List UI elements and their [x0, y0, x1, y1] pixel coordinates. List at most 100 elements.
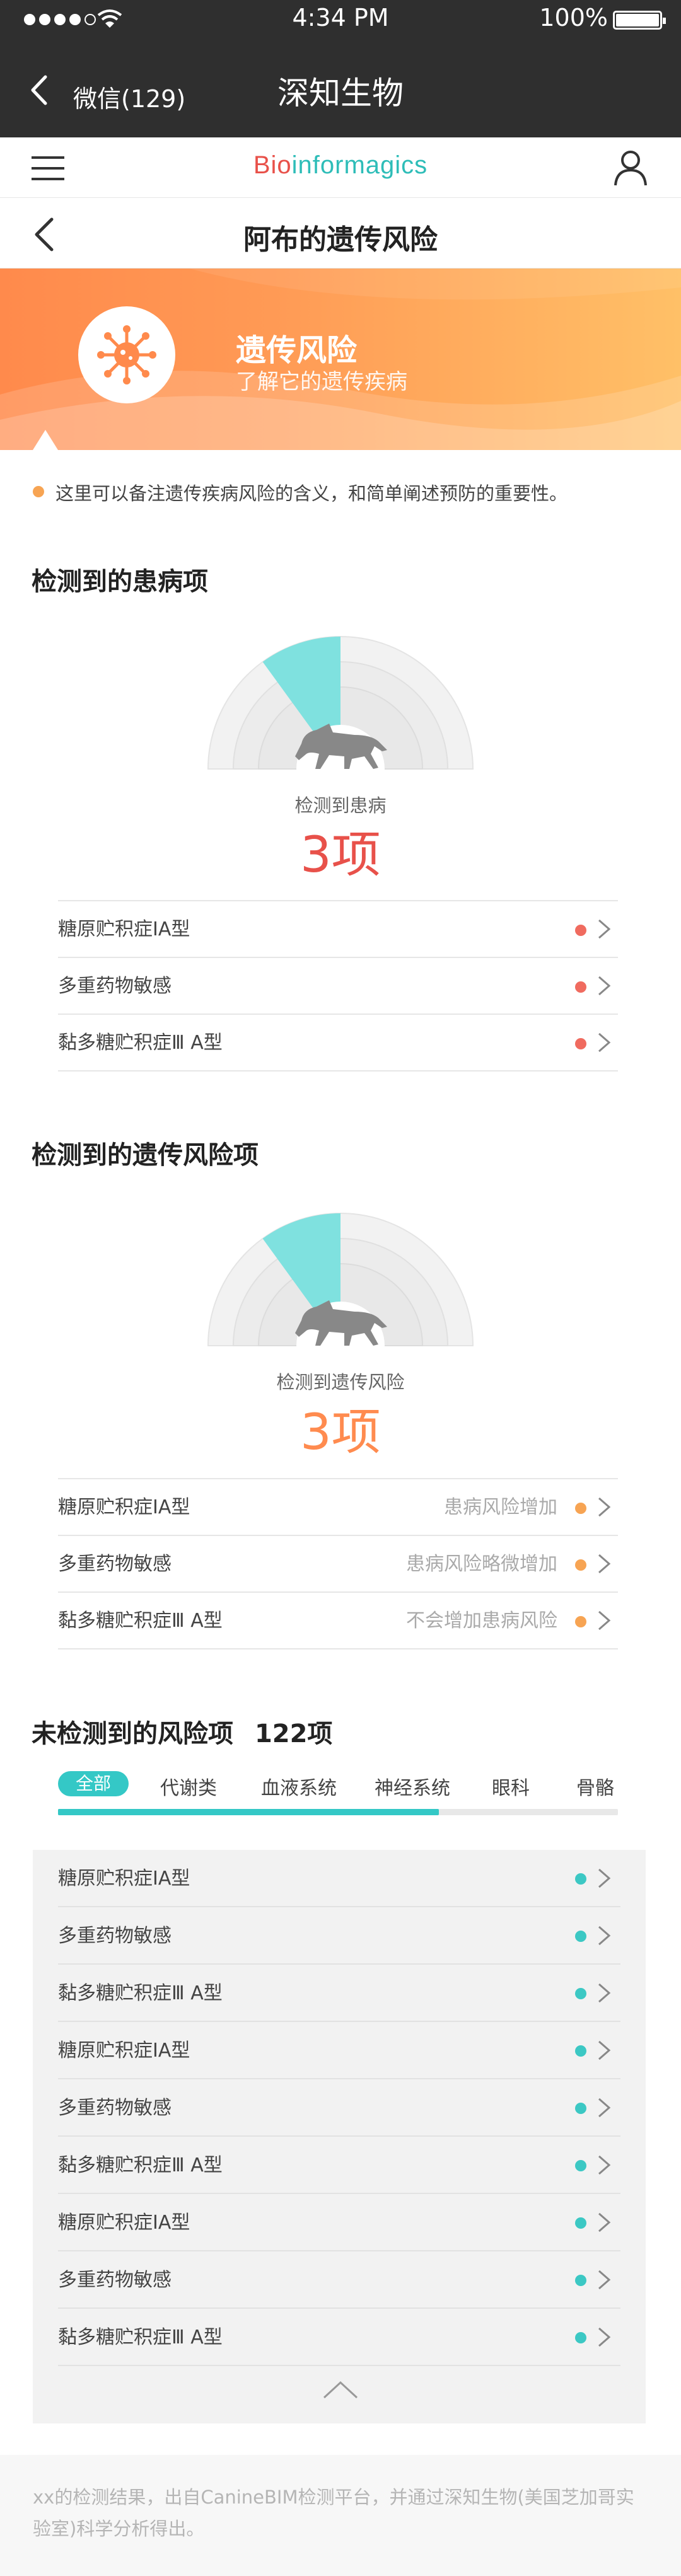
risk-status-text: 不会增加患病风险	[406, 1610, 557, 1632]
tab-blood[interactable]: 血液系统	[261, 1772, 337, 1800]
tab-metabolic[interactable]: 代谢类	[160, 1772, 217, 1800]
footer: xx的检测结果，出自CanineBIM检测平台，并通过深知生物(美国芝加哥实验室…	[0, 2455, 681, 2576]
status-dot	[575, 1873, 586, 1885]
list-item[interactable]: 黏多糖贮积症Ⅲ A型	[33, 2137, 646, 2194]
banner-icon-circle	[78, 306, 175, 403]
chevron-right-icon	[598, 2098, 611, 2118]
banner-pointer	[33, 430, 58, 450]
disease-gauge-label: 检测到患病	[294, 795, 387, 816]
collapse-button[interactable]	[322, 2376, 359, 2401]
list-item-label: 黏多糖贮积症Ⅲ A型	[58, 1982, 223, 2004]
dog-icon	[295, 724, 387, 769]
list-item-inner: 多重药物敏感	[58, 2251, 620, 2309]
list-item-inner: 黏多糖贮积症Ⅲ A型	[58, 1965, 620, 2022]
status-dot	[575, 1559, 586, 1571]
status-dot	[575, 1988, 586, 1999]
list-item-label: 黏多糖贮积症Ⅲ A型	[58, 2154, 223, 2176]
hero-banner: 遗传风险 了解它的遗传疾病	[0, 269, 681, 450]
status-dot	[575, 1503, 586, 1514]
tab-bone[interactable]: 骨骼	[576, 1772, 618, 1800]
list-item[interactable]: 多重药物敏感 患病风险略微增加	[58, 1536, 618, 1593]
list-item-inner: 糖原贮积症ⅠA型	[58, 2022, 620, 2079]
list-item-inner: 多重药物敏感	[58, 2079, 620, 2137]
list-item-inner: 黏多糖贮积症Ⅲ A型	[58, 2137, 620, 2194]
risk-status-text: 患病风险增加	[444, 1496, 557, 1518]
list-item[interactable]: 黏多糖贮积症Ⅲ A型	[33, 1965, 646, 2022]
battery-icon	[613, 11, 666, 30]
status-dot	[575, 2332, 586, 2343]
chevron-right-icon	[598, 1610, 611, 1631]
chevron-up-icon	[323, 2381, 358, 2399]
list-item[interactable]: 糖原贮积症ⅠA型	[33, 2194, 646, 2251]
chevron-right-icon	[598, 1554, 611, 1574]
tab-neuro[interactable]: 神经系统	[375, 1772, 450, 1800]
note-dot	[33, 486, 44, 497]
note-text: 这里可以备注遗传疾病风险的含义，和简单阐述预防的重要性。	[55, 483, 568, 504]
list-item-inner: 多重药物敏感	[58, 1907, 620, 1965]
list-item-label: 黏多糖贮积症Ⅲ A型	[58, 1610, 223, 1632]
list-item[interactable]: 黏多糖贮积症Ⅲ A型	[58, 1015, 618, 1071]
status-dot	[575, 2103, 586, 2114]
brand-logo: Bioinformagics	[0, 151, 681, 180]
wechat-title: 深知生物	[277, 75, 404, 112]
list-item[interactable]: 糖原贮积症ⅠA型	[58, 901, 618, 958]
status-bar: 4:34 PM 100%	[0, 0, 681, 39]
status-dot	[575, 2045, 586, 2057]
tab-eye[interactable]: 眼科	[492, 1772, 530, 1800]
tab-label: 全部	[75, 1773, 111, 1794]
status-dot	[575, 1038, 586, 1049]
dog-icon	[295, 1300, 387, 1346]
chevron-right-icon	[598, 2270, 611, 2290]
list-item-label: 糖原贮积症ⅠA型	[58, 918, 190, 940]
disease-count: 3项	[300, 827, 381, 884]
chevron-right-icon	[598, 2155, 611, 2175]
list-item-inner: 糖原贮积症ⅠA型	[58, 2194, 620, 2251]
list-item-label: 多重药物敏感	[58, 975, 172, 997]
list-item[interactable]: 糖原贮积症ⅠA型	[33, 2022, 646, 2079]
status-dot	[575, 1616, 586, 1627]
tab-all[interactable]: 全部	[58, 1771, 129, 1796]
disease-section-title: 检测到的患病项	[32, 567, 208, 596]
undetected-count: 122项	[254, 1719, 333, 1748]
status-dot	[575, 1931, 586, 1942]
footer-text: xx的检测结果，出自CanineBIM检测平台，并通过深知生物(美国芝加哥实验室…	[33, 2486, 634, 2539]
tab-scroll-track[interactable]	[58, 1809, 618, 1815]
status-dot	[575, 2160, 586, 2171]
list-item-label: 糖原贮积症ⅠA型	[58, 1496, 190, 1518]
list-item[interactable]: 黏多糖贮积症Ⅲ A型	[33, 2309, 646, 2366]
risk-section-title: 检测到的遗传风险项	[32, 1141, 259, 1170]
list-item[interactable]: 多重药物敏感	[58, 958, 618, 1015]
list-item-label: 黏多糖贮积症Ⅲ A型	[58, 1032, 223, 1054]
list-item[interactable]: 糖原贮积症ⅠA型 患病风险增加	[58, 1479, 618, 1536]
undetected-section-title: 未检测到的风险项 122项	[32, 1713, 332, 1750]
brand-logo-rest: informagics	[291, 151, 428, 179]
risk-count: 3项	[300, 1404, 381, 1461]
chevron-right-icon	[598, 2040, 611, 2060]
list-item[interactable]: 多重药物敏感	[33, 2079, 646, 2137]
battery-percent: 100%	[539, 4, 608, 32]
undetected-title-text: 未检测到的风险项	[32, 1719, 233, 1748]
brand-bar: Bioinformagics	[0, 137, 681, 198]
list-item-inner: 糖原贮积症ⅠA型	[58, 1850, 620, 1907]
list-item[interactable]: 多重药物敏感	[33, 1907, 646, 1965]
risk-status-text: 患病风险略微增加	[406, 1553, 557, 1575]
tab-bar: 全部 代谢类 血液系统 神经系统 眼科 骨骼	[0, 1765, 681, 1815]
list-item-label: 多重药物敏感	[58, 1925, 172, 1947]
status-dot	[575, 2217, 586, 2229]
list-item-inner: 黏多糖贮积症Ⅲ A型	[58, 2309, 620, 2366]
chevron-right-icon	[598, 1868, 611, 1888]
banner-title: 遗传风险	[236, 333, 358, 368]
banner-subtitle: 了解它的遗传疾病	[236, 369, 407, 395]
list-item-label: 多重药物敏感	[58, 1553, 172, 1575]
status-dot	[575, 2275, 586, 2286]
list-item[interactable]: 糖原贮积症ⅠA型	[33, 1850, 646, 1907]
chevron-right-icon	[598, 1983, 611, 2003]
page-header: 阿布的遗传风险	[0, 198, 681, 269]
chevron-right-icon	[598, 976, 611, 996]
tab-scroll-thumb[interactable]	[58, 1809, 439, 1815]
list-item[interactable]: 黏多糖贮积症Ⅲ A型 不会增加患病风险	[58, 1593, 618, 1649]
user-icon[interactable]	[613, 149, 648, 187]
list-item[interactable]: 多重药物敏感	[33, 2251, 646, 2309]
list-item-label: 糖原贮积症ⅠA型	[58, 1868, 190, 1890]
page-title: 阿布的遗传风险	[243, 224, 438, 256]
